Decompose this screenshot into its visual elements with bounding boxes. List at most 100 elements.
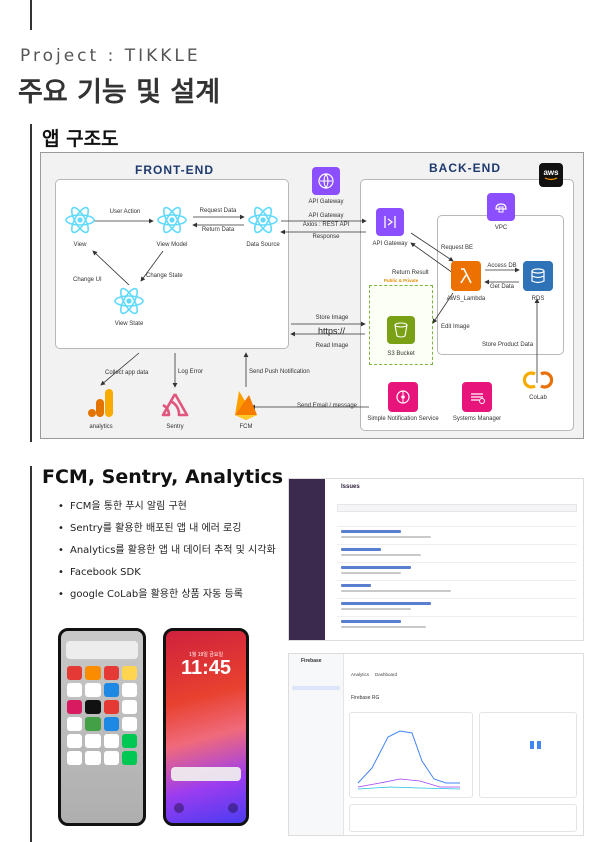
feature-item: Analytics를 활용한 앱 내 데이터 추적 및 시각화: [58, 544, 278, 558]
view-model-label: View Model: [156, 242, 188, 248]
edge-log-error: Log Error: [178, 369, 204, 375]
public-private-label: Public & Private: [383, 278, 419, 283]
app-icon: [85, 683, 101, 697]
edge-response: Response: [312, 234, 340, 240]
project-name: Firebase RG: [351, 695, 380, 701]
realtime-card: [479, 712, 577, 798]
phone-homescreen: [58, 628, 146, 826]
data-source-label: Data Source: [246, 242, 280, 248]
sentry-icon: [161, 393, 189, 417]
react-datasource-icon: [248, 206, 278, 234]
edge-request-data: Request Data: [199, 208, 237, 214]
flashlight-icon: [174, 803, 184, 813]
left-rule-features: [30, 466, 32, 842]
edge-collect-app-data: Collect app data: [105, 370, 149, 376]
sentry-toolbar: [337, 504, 577, 512]
app-icon: [67, 717, 83, 731]
s3-bucket-icon: [387, 316, 415, 344]
app-icon: [103, 666, 119, 680]
push-notification: [66, 641, 138, 659]
sns-label: Simple Notification Service: [367, 416, 439, 422]
aws-logo-icon: aws: [539, 163, 563, 187]
app-icon: [85, 666, 101, 680]
api-gateway-label: API Gateway: [372, 241, 408, 247]
edge-store-product-data: Store Product Data: [482, 342, 534, 348]
colab-label: CoLab: [529, 395, 547, 401]
app-icon: [121, 751, 137, 765]
app-icon: [85, 734, 101, 748]
edge-read-image: Read Image: [315, 343, 349, 349]
issue-title: [341, 620, 401, 623]
edge-change-ui: Change UI: [73, 277, 102, 283]
fcm-label: FCM: [239, 424, 253, 430]
edge-request-be: Request BE: [441, 245, 474, 251]
issue-meta: [341, 626, 426, 628]
react-viewmodel-icon: [157, 206, 187, 234]
api-gateway-cloud-icon: [312, 167, 340, 195]
lambda-label: AWS_Lambda: [446, 296, 486, 302]
edge-get-data: Get Data: [489, 284, 515, 290]
analytics-product: Analytics: [351, 672, 370, 677]
firebase-sidebar: Firebase: [289, 654, 344, 835]
table-row: [337, 598, 577, 599]
app-icon: [85, 700, 101, 714]
aws-smile-icon: [544, 177, 558, 181]
edge-store-image: Store Image: [315, 315, 349, 321]
aws-logo-text: aws: [543, 168, 559, 177]
section-title-features: FCM, Sentry, Analytics: [42, 466, 284, 488]
edge-axios: Axios : REST API: [302, 222, 350, 228]
firebase-brand: Firebase: [301, 658, 322, 664]
issue-title: [341, 584, 371, 587]
lambda-icon: [451, 261, 481, 291]
issue-title: [341, 548, 381, 551]
issue-meta: [341, 590, 451, 592]
page-title: 주요 기능 및 설계: [18, 77, 221, 108]
edge-user-action: User Action: [109, 209, 141, 215]
table-row: [337, 562, 577, 563]
react-viewstate-icon: [114, 287, 144, 315]
view-state-label: View State: [114, 321, 144, 327]
sns-icon: [388, 382, 418, 412]
left-rule-top: [30, 0, 32, 30]
app-icon: [103, 717, 119, 731]
edge-access-db: Access DB: [487, 263, 517, 269]
s3-label: S3 Bucket: [387, 351, 415, 357]
app-icon: [85, 751, 101, 765]
view-label: View: [73, 242, 87, 248]
edge-api-gateway: API Gateway: [308, 213, 344, 219]
app-icon: [103, 683, 119, 697]
edge-return-result: Return Result: [392, 270, 429, 276]
analytics-icon: [88, 389, 113, 417]
react-view-icon: [65, 206, 95, 234]
app-icon: [121, 734, 137, 748]
issue-title: [341, 530, 401, 533]
feature-item: FCM을 통한 푸시 알림 구현: [58, 500, 278, 514]
rds-icon: [523, 261, 553, 291]
sentry-issues-screenshot: Issues: [288, 478, 584, 641]
app-grid: [67, 666, 137, 765]
rds-label: RDS: [531, 296, 545, 302]
app-icon: [67, 734, 83, 748]
feature-item: google CoLab을 활용한 상품 자동 등록: [58, 588, 278, 602]
feature-item: Sentry를 활용한 배포된 앱 내 에러 로깅: [58, 522, 278, 536]
issue-title: [341, 602, 431, 605]
vpc-icon: [487, 193, 515, 221]
users-line-chart: [357, 730, 461, 790]
app-icon: [67, 700, 83, 714]
table-row: [337, 580, 577, 581]
app-icon: [121, 666, 137, 680]
systems-manager-icon: [462, 382, 492, 412]
api-gateway-top-label: API Gateway: [308, 199, 344, 205]
realtime-bar: [537, 741, 541, 749]
left-rule-architecture: [30, 124, 32, 442]
systems-manager-label: Systems Manager: [452, 416, 502, 422]
users-chart-card: [349, 712, 473, 798]
app-icon: [103, 734, 119, 748]
app-icon: [103, 700, 119, 714]
sentry-label: Sentry: [166, 424, 184, 430]
camera-icon: [228, 803, 238, 813]
app-icon: [85, 717, 101, 731]
sentry-sidebar: [289, 479, 325, 640]
edge-return-data: Return Data: [201, 227, 235, 233]
edge-send-email: Send Email / message: [296, 403, 358, 409]
